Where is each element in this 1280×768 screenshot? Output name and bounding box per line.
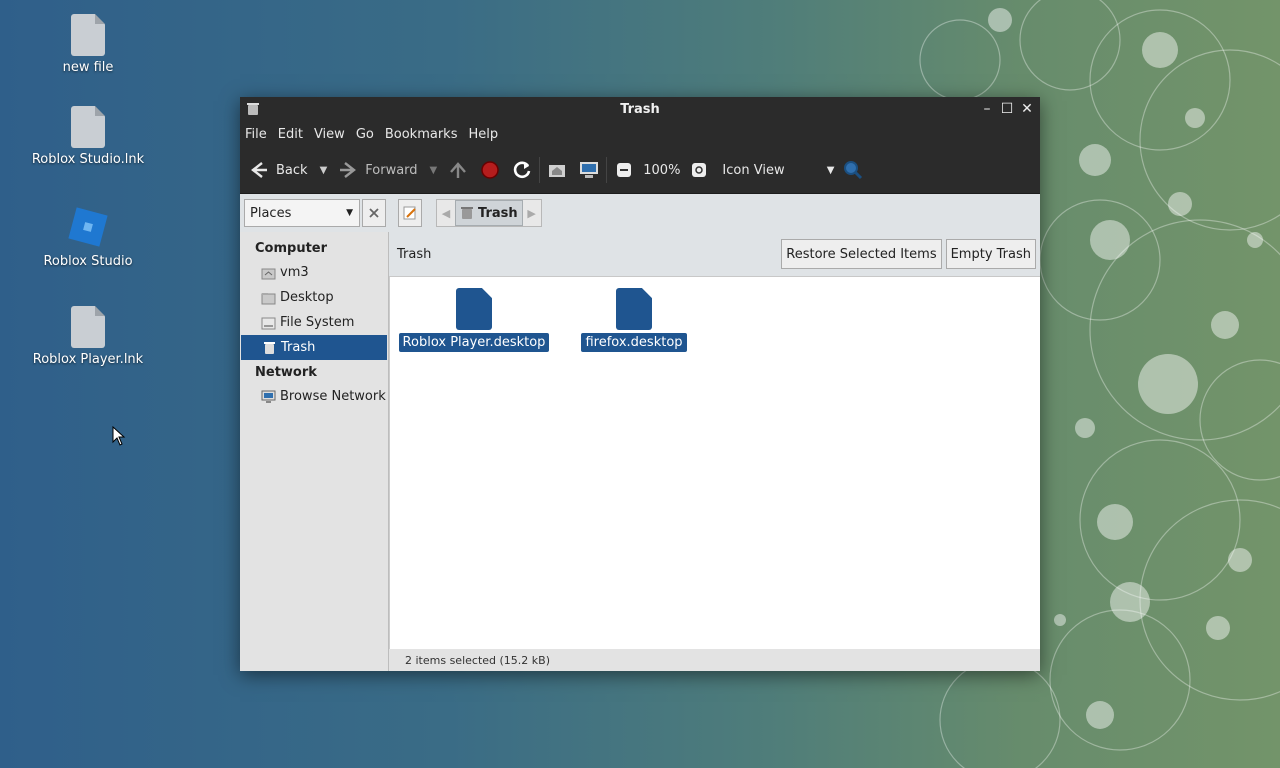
menu-bar: File Edit View Go Bookmarks Help (240, 121, 1040, 147)
sidebar-item-label: vm3 (280, 265, 309, 280)
toolbar: Back ▼ Forward ▼ 100% Icon View ▼ (240, 147, 1040, 194)
back-button[interactable]: Back (248, 159, 308, 181)
menu-view[interactable]: View (314, 127, 345, 142)
sidebar-heading-computer: Computer (255, 241, 328, 256)
places-dropdown[interactable]: Places ▼ (244, 199, 360, 227)
file-item-roblox-player[interactable]: Roblox Player.desktop (394, 288, 554, 352)
sidebar-heading-network: Network (255, 365, 317, 380)
desktop-icon-roblox-studio-lnk[interactable]: Roblox Studio.lnk (23, 106, 153, 167)
toolbar-separator (539, 157, 541, 183)
sidebar-item-browse-network[interactable]: Browse Network (240, 384, 388, 409)
file-label: Roblox Player.desktop (398, 333, 550, 352)
content-pane: Trash Restore Selected Items Empty Trash… (389, 232, 1040, 671)
restore-selected-button[interactable]: Restore Selected Items (781, 239, 942, 269)
view-mode-select[interactable]: Icon View ▼ (722, 163, 834, 178)
stop-icon[interactable] (479, 159, 501, 181)
empty-trash-button[interactable]: Empty Trash (945, 239, 1036, 269)
menu-help[interactable]: Help (468, 127, 498, 142)
file-label: firefox.desktop (581, 333, 687, 352)
back-arrow-icon (251, 162, 267, 178)
window-title: Trash (620, 101, 660, 117)
title-bar[interactable]: Trash – ☐ ✕ (240, 97, 1040, 121)
zoom-out-icon[interactable] (613, 159, 635, 181)
places-label: Places (250, 205, 292, 221)
breadcrumb-left-icon[interactable]: ◀ (437, 207, 455, 220)
desktop-icon-label: Roblox Studio (43, 254, 133, 269)
minimize-icon[interactable]: – (980, 102, 994, 116)
breadcrumb-label: Trash (478, 205, 518, 221)
desktop-icon-roblox-player-lnk[interactable]: Roblox Player.lnk (23, 306, 153, 367)
reload-icon[interactable] (511, 159, 533, 181)
chevron-down-icon: ▼ (346, 208, 353, 218)
sidebar-item-label: Browse Network (280, 389, 386, 404)
zoom-level: 100% (643, 162, 681, 178)
folder-icon (261, 292, 276, 304)
sidebar-item-desktop[interactable]: Desktop (240, 285, 388, 310)
sidebar-item-label: File System (280, 315, 355, 330)
network-icon (261, 390, 276, 403)
maximize-icon[interactable]: ☐ (1000, 102, 1014, 116)
sidebar: Computer vm3 Desktop File System Trash N… (240, 232, 389, 671)
forward-label: Forward (365, 162, 418, 178)
back-label: Back (276, 162, 308, 178)
edit-icon (403, 206, 416, 220)
close-pane-button[interactable] (362, 199, 386, 227)
sidebar-item-file-system[interactable]: File System (240, 310, 388, 335)
toolbar-separator (606, 157, 608, 183)
file-item-firefox[interactable]: firefox.desktop (554, 288, 714, 352)
location-bar: Places ▼ ◀ Trash ▶ (240, 194, 1040, 233)
document-icon (71, 14, 105, 56)
forward-arrow-icon (340, 162, 357, 178)
zoom-in-icon[interactable] (688, 159, 710, 181)
desktop-icon-label: new file (62, 60, 114, 75)
desktop-icon-roblox-studio[interactable]: Roblox Studio (23, 204, 153, 269)
close-icon (369, 208, 379, 218)
document-icon (71, 106, 105, 148)
status-bar: 2 items selected (15.2 kB) (389, 649, 1040, 671)
sidebar-item-vm3[interactable]: vm3 (240, 260, 388, 285)
desktop-icon-label: Roblox Studio.lnk (31, 152, 145, 167)
forward-history-dropdown-icon[interactable]: ▼ (430, 165, 438, 176)
view-mode-label: Icon View (722, 162, 785, 178)
sidebar-item-label: Desktop (280, 290, 334, 305)
content-heading: Trash (397, 246, 432, 262)
trash-icon (461, 207, 473, 219)
home-folder-icon[interactable] (546, 159, 568, 181)
chevron-down-icon: ▼ (826, 164, 835, 176)
sidebar-item-label: Trash (281, 340, 316, 355)
mouse-cursor-icon (112, 426, 126, 446)
forward-button[interactable]: Forward (337, 159, 418, 181)
breadcrumb: ◀ Trash ▶ (436, 199, 542, 227)
document-icon (71, 306, 105, 348)
file-manager-window: Trash – ☐ ✕ File Edit View Go Bookmarks … (240, 97, 1040, 671)
menu-file[interactable]: File (245, 127, 267, 142)
home-folder-icon (261, 268, 276, 279)
trash-info-bar: Trash Restore Selected Items Empty Trash (389, 232, 1040, 277)
drive-icon (261, 317, 276, 329)
trash-icon (264, 341, 275, 354)
computer-icon[interactable] (578, 159, 600, 181)
desktop-icon-new-file[interactable]: new file (23, 14, 153, 75)
window-body: Computer vm3 Desktop File System Trash N… (240, 232, 1040, 671)
edit-location-button[interactable] (398, 199, 422, 227)
breadcrumb-item-trash[interactable]: Trash (455, 200, 523, 226)
file-view[interactable]: Roblox Player.desktop firefox.desktop (389, 277, 1040, 649)
menu-edit[interactable]: Edit (278, 127, 303, 142)
back-history-dropdown-icon[interactable]: ▼ (320, 165, 328, 176)
roblox-studio-icon (68, 207, 108, 247)
menu-go[interactable]: Go (356, 127, 374, 142)
search-icon[interactable] (842, 159, 864, 181)
desktop-icon-label: Roblox Player.lnk (32, 352, 144, 367)
document-icon (616, 288, 652, 330)
up-icon[interactable] (447, 159, 469, 181)
breadcrumb-right-icon[interactable]: ▶ (523, 207, 541, 220)
sidebar-item-trash[interactable]: Trash (241, 335, 387, 360)
document-icon (456, 288, 492, 330)
close-icon[interactable]: ✕ (1020, 102, 1034, 116)
menu-bookmarks[interactable]: Bookmarks (385, 127, 458, 142)
